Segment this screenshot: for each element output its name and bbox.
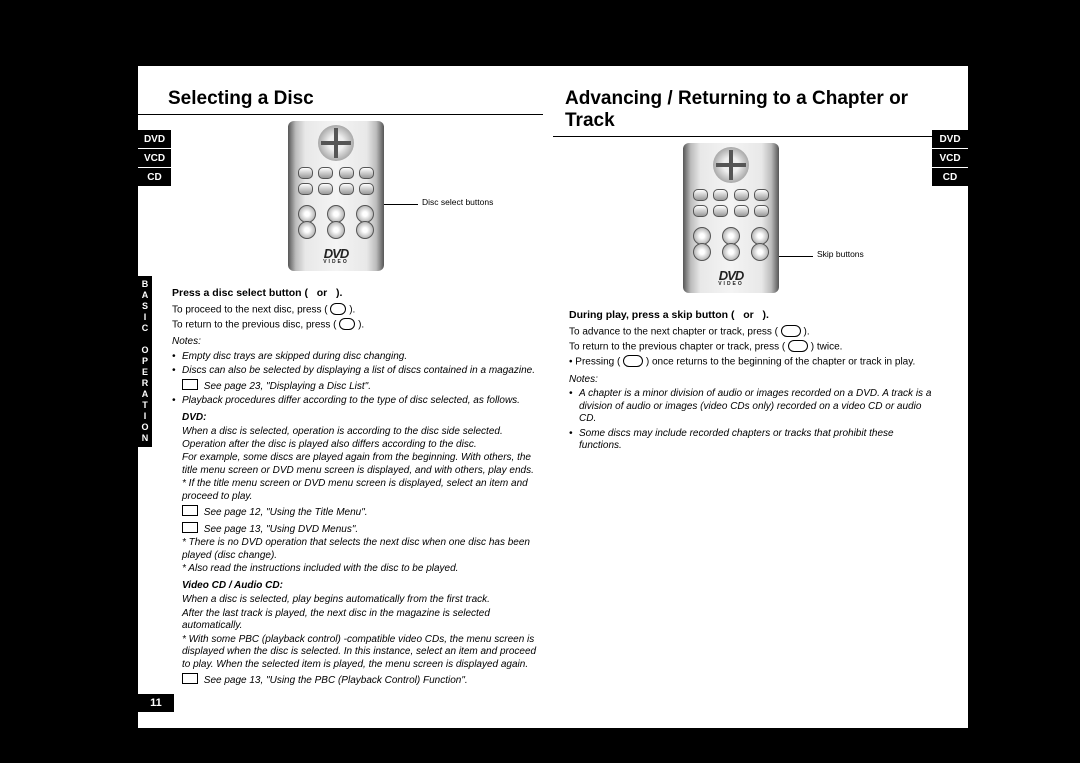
instruction-head-text: Press a disc select button ( or ). xyxy=(172,287,342,299)
tab-dvd: DVD xyxy=(138,130,171,149)
r-note-1: •A chapter is a minor division of audio … xyxy=(569,388,934,426)
instruction-head-text: During play, press a skip button ( or ). xyxy=(569,309,769,321)
note-2: •Discs can also be selected by displayin… xyxy=(172,365,543,393)
remote-area-left: DVDVIDEO Disc select buttons xyxy=(138,115,553,281)
dvd-p6: * There is no DVD operation that selects… xyxy=(182,537,543,562)
page-ref-icon xyxy=(182,379,198,390)
line1: To proceed to the next disc, press ( ). xyxy=(172,304,543,317)
vcd-p3: * With some PBC (playback control) -comp… xyxy=(182,634,543,672)
instruction-head-left: Press a disc select button ( or ). xyxy=(172,287,543,300)
skip-prev-icon xyxy=(623,355,643,367)
r-line3: • Pressing ( ) once returns to the begin… xyxy=(569,356,934,369)
note-3: •Playback procedures differ according to… xyxy=(172,395,543,408)
page-ref-icon xyxy=(182,505,198,516)
remote-area-right: DVDVIDEO Skip buttons xyxy=(553,137,968,303)
skip-prev-icon xyxy=(788,340,808,352)
content-right: During play, press a skip button ( or ).… xyxy=(553,309,968,453)
r-note-2: •Some discs may include recorded chapter… xyxy=(569,428,934,453)
dvd-p5: See page 13, "Using DVD Menus". xyxy=(182,521,543,537)
disc-prev-icon xyxy=(339,318,355,330)
note-1: •Empty disc trays are skipped during dis… xyxy=(172,351,543,364)
page-right: Advancing / Returning to a Chapter or Tr… xyxy=(553,66,968,728)
tab-cd: CD xyxy=(932,168,968,187)
heading-right: Advancing / Returning to a Chapter or Tr… xyxy=(553,66,958,137)
disc-next-icon xyxy=(330,303,346,315)
notes-label: Notes: xyxy=(172,336,543,349)
page-ref-icon xyxy=(182,522,198,533)
dvd-p1: When a disc is selected, operation is ac… xyxy=(182,426,543,451)
instruction-head-right: During play, press a skip button ( or ). xyxy=(569,309,934,322)
page-ref-icon xyxy=(182,673,198,684)
page-number: 11 xyxy=(138,694,174,712)
dvd-p3: * If the title menu screen or DVD menu s… xyxy=(182,478,543,503)
heading-left: Selecting a Disc xyxy=(138,66,543,115)
side-tabs-right: DVD VCD CD xyxy=(932,130,968,187)
dvd-p4: See page 12, "Using the Title Menu". xyxy=(182,504,543,520)
r-line1: To advance to the next chapter or track,… xyxy=(569,326,934,339)
vcd-p4: See page 13, "Using the PBC (Playback Co… xyxy=(182,672,543,688)
remote-icon: DVDVIDEO xyxy=(683,143,779,293)
vcd-p1: When a disc is selected, play begins aut… xyxy=(182,594,543,607)
tab-cd: CD xyxy=(138,168,171,187)
r-notes-label: Notes: xyxy=(569,374,934,387)
tab-vcd: VCD xyxy=(932,149,968,168)
callout-line-icon xyxy=(378,204,418,205)
vcd-subhead: Video CD / Audio CD: xyxy=(182,580,543,593)
tab-dvd: DVD xyxy=(932,130,968,149)
callout-left: Disc select buttons xyxy=(422,197,493,207)
section-label: B A S I C O P E R A T I O N xyxy=(138,276,152,447)
dvd-subhead: DVD: xyxy=(182,412,543,425)
callout-right: Skip buttons xyxy=(817,249,864,259)
dvd-p2: For example, some discs are played again… xyxy=(182,452,543,477)
dvd-p7: * Also read the instructions included wi… xyxy=(182,563,543,576)
line2: To return to the previous disc, press ( … xyxy=(172,319,543,332)
dvd-logo-icon: DVDVIDEO xyxy=(683,268,779,287)
vcd-p2: After the last track is played, the next… xyxy=(182,608,543,633)
side-tabs-left: DVD VCD CD xyxy=(138,130,171,187)
content-left: Press a disc select button ( or ). To pr… xyxy=(138,287,553,688)
page-left: Selecting a Disc DVD VCD CD B A S I C O … xyxy=(138,66,553,728)
skip-next-icon xyxy=(781,325,801,337)
remote-icon: DVDVIDEO xyxy=(288,121,384,271)
r-line2: To return to the previous chapter or tra… xyxy=(569,341,934,354)
tab-vcd: VCD xyxy=(138,149,171,168)
callout-line-icon xyxy=(773,256,813,257)
dvd-logo-icon: DVDVIDEO xyxy=(288,246,384,265)
